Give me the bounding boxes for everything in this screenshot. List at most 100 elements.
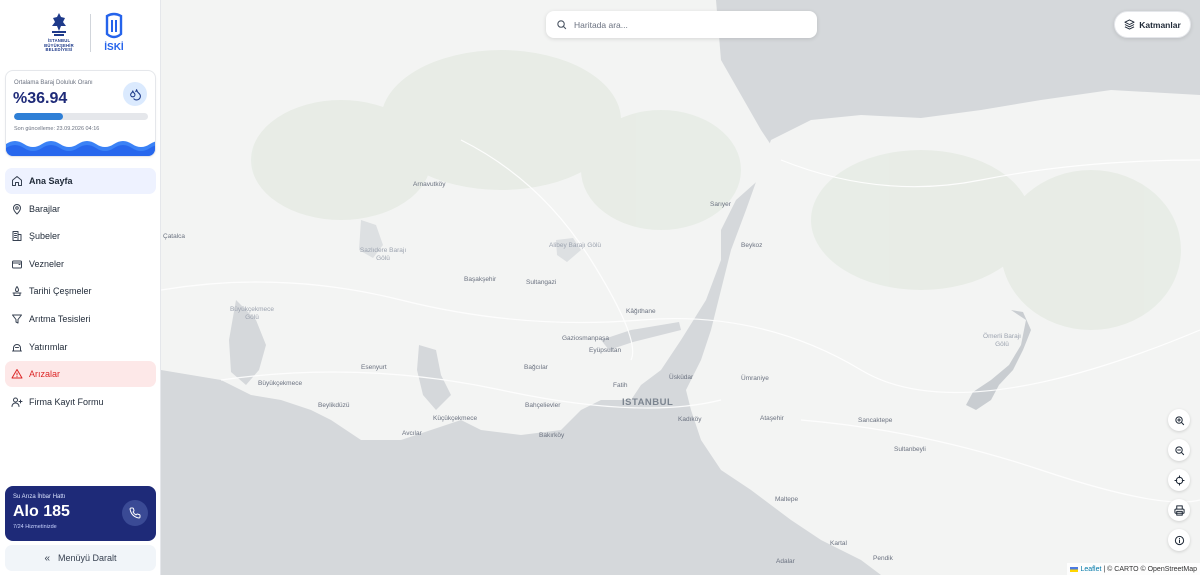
dam-fill-progress-bar [14,113,64,120]
place-adalar: Adalar [776,558,795,565]
place-arnavutkoy: Arnavutköy [413,181,446,188]
place-avcilar: Avcılar [402,430,422,437]
place-istanbul: ISTANBUL [622,397,674,408]
hotline-label: Su Arıza İhbar Hattı [13,494,66,500]
nav-item-8[interactable]: Arızalar [5,361,156,388]
layers-icon [1124,19,1135,30]
place-omerli: Ömerli Barajı Gölü [983,333,1021,348]
nav-item-1[interactable]: Ana Sayfa [5,168,156,194]
layers-label: Katmanlar [1139,19,1181,30]
map-search-bar[interactable] [546,11,817,38]
iski-logo[interactable]: İSKİ [102,12,126,56]
place-gaziosmanpasa: Gaziosmanpaşa [562,335,609,342]
water-drop-icon [123,82,147,106]
nav-item-2[interactable]: Barajlar [5,196,156,222]
sidebar: İSTANBUL BÜYÜKŞEHİR BELEDİYESİ İSKİ Orta… [0,0,161,575]
attribution-text: | © CARTO © OpenStreetMap [1103,565,1197,573]
hotline-availability: 7/24 Hizmetinizde [13,524,57,530]
map-view[interactable]: Arnavutköy Sarıyer Çatalca Sazlıdere Bar… [161,0,1200,575]
place-kadikoy: Kadıköy [678,416,702,423]
fountain-icon [10,284,24,298]
ibb-logo-text: İSTANBUL BÜYÜKŞEHİR BELEDİYESİ [44,38,74,53]
place-atasehir: Ataşehir [760,415,784,422]
place-maltepe: Maltepe [775,496,799,503]
print-button[interactable] [1168,499,1190,521]
place-sancaktepe: Sancaktepe [858,417,893,424]
building-icon [10,229,24,243]
map-pin-icon [10,202,24,216]
layers-button[interactable]: Katmanlar [1114,11,1191,38]
nav-item-label: Tarihi Çeşmeler [29,286,92,297]
search-icon [556,19,568,31]
warning-icon [10,367,24,381]
place-sultanbeyli: Sultanbeyli [894,446,926,453]
place-alibey: Alibey Barajı Gölü [549,242,602,249]
place-sariyer: Sarıyer [710,201,731,208]
zoom-out-button[interactable] [1168,439,1190,461]
place-sazlidere: Sazlıdere Barajı Gölü [359,247,407,262]
map-attribution: Leaflet | © CARTO © OpenStreetMap [1067,563,1200,575]
place-bagcilar: Bağcılar [524,364,548,371]
ukraine-flag-icon [1070,566,1079,572]
logo-divider [90,14,91,52]
zoom-out-icon [1174,445,1184,455]
printer-icon [1173,504,1185,516]
double-chevron-left-icon: « [44,552,51,564]
dam-fill-card[interactable]: Ortalama Baraj Doluluk Oranı %36.94 Son … [5,70,156,157]
nav-item-4[interactable]: Vezneler [5,251,156,277]
nav-item-3[interactable]: Şubeler [5,223,156,249]
dam-fill-value: %36.94 [13,90,68,107]
user-plus-icon [10,395,24,409]
place-kucukcekmece: Küçükçekmece [433,415,478,422]
map-controls [1168,409,1190,559]
dam-fill-progress [14,113,148,120]
nav-item-label: Firma Kayıt Formu [29,396,104,407]
place-beykoz: Beykoz [741,242,763,249]
phone-call-button[interactable] [122,500,148,526]
dam-last-updated: Son güncelleme: 23.09.2026 04:16 [14,126,100,132]
info-button[interactable] [1168,529,1190,551]
place-eyupsultan: Eyüpsultan [589,347,622,354]
nav-item-7[interactable]: Yatırımlar [5,334,156,360]
iski-emblem-icon [105,12,123,39]
map-base-layer [161,0,1200,575]
nav-item-6[interactable]: Arıtma Tesisleri [5,306,156,332]
nav-item-label: Arızalar [29,369,61,380]
nav-item-label: Yatırımlar [29,341,68,352]
collapse-menu-label: Menüyü Daralt [58,553,117,563]
place-kartal: Kartal [830,540,847,547]
zoom-in-icon [1174,415,1184,425]
wallet-icon [10,257,24,271]
place-uskudar: Üsküdar [669,374,694,381]
place-catalca: Çatalca [163,233,186,240]
hotline-number: Alo 185 [13,503,70,520]
leaflet-link[interactable]: Leaflet [1080,566,1101,573]
nav-item-label: Vezneler [29,258,65,269]
crosshair-icon [1173,474,1185,486]
place-kagithane: Kâğıthane [626,308,656,315]
iski-logo-text: İSKİ [104,42,124,53]
construction-icon [10,340,24,354]
ibb-logo[interactable]: İSTANBUL BÜYÜKŞEHİR BELEDİYESİ [36,12,82,56]
place-bakirkoy: Bakırköy [539,432,565,439]
nav-item-9[interactable]: Firma Kayıt Formu [5,389,156,415]
place-pendik: Pendik [873,555,893,562]
place-umraniye: Ümraniye [741,375,769,382]
place-basaksehir: Başakşehir [464,276,497,283]
nav-item-label: Barajlar [29,203,61,214]
nav-item-5[interactable]: Tarihi Çeşmeler [5,278,156,304]
map-search-input[interactable] [574,19,794,30]
phone-icon [129,507,141,519]
main-nav: Ana Sayfa Barajlar Şubeler Vezneler Tarihi Ç… [5,168,156,416]
logo-area: İSTANBUL BÜYÜKŞEHİR BELEDİYESİ İSKİ [36,12,126,56]
app-root: İSTANBUL BÜYÜKŞEHİR BELEDİYESİ İSKİ Orta… [0,0,1200,575]
collapse-menu-button[interactable]: « Menüyü Daralt [5,545,156,571]
info-icon [1174,535,1184,545]
zoom-in-button[interactable] [1168,409,1190,431]
hotline-card[interactable]: Su Arıza İhbar Hattı Alo 185 7/24 Hizmet… [5,486,156,541]
nav-item-label: Arıtma Tesisleri [29,313,91,324]
wave-decoration [6,141,155,156]
home-icon [10,174,24,188]
locate-button[interactable] [1168,469,1190,491]
ibb-emblem-icon [52,13,66,36]
